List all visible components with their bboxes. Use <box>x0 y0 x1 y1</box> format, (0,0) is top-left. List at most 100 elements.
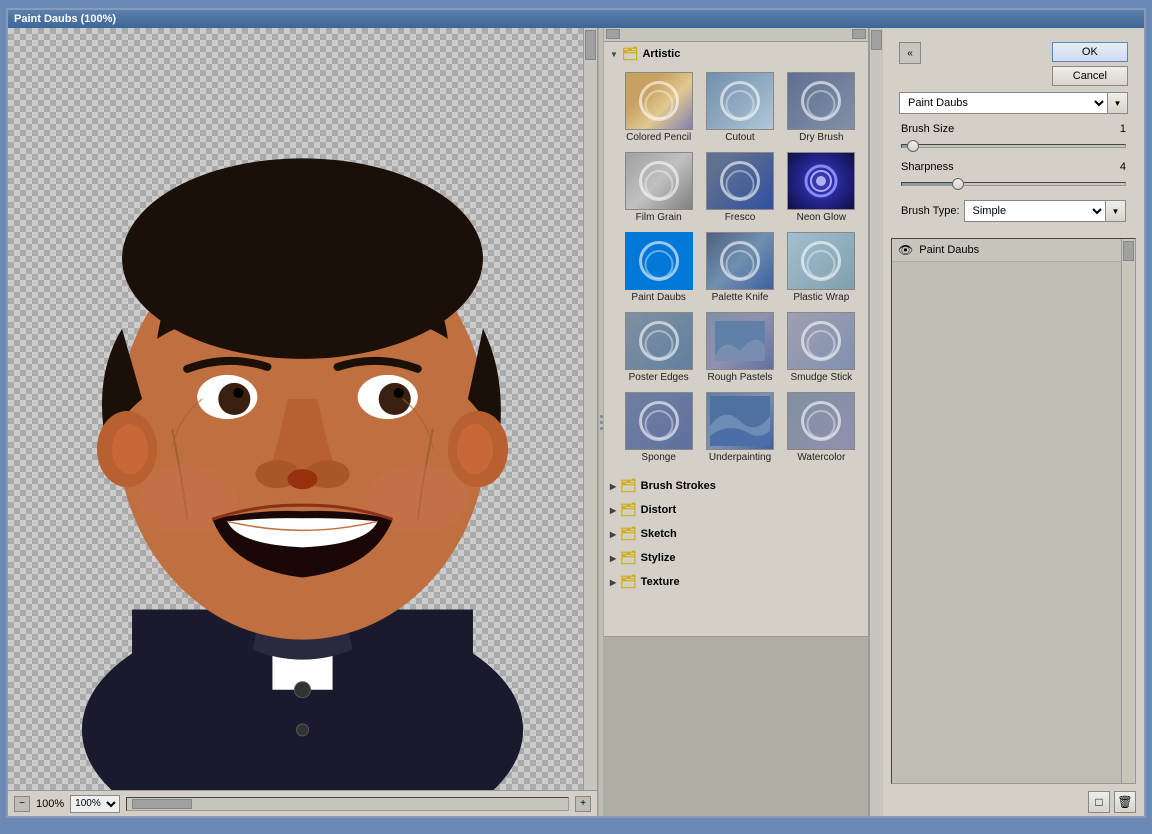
layers-panel: 👁 Paint Daubs <box>891 238 1136 784</box>
zoom-dropdown[interactable]: 100% 50% 200% <box>70 795 120 813</box>
brush-size-label: Brush Size <box>901 123 1092 135</box>
brush-size-slider-container <box>891 144 1136 152</box>
zoom-in-button[interactable]: + <box>575 796 591 812</box>
folder-icon: 🗂 <box>622 46 639 62</box>
folder-stylize-icon: 🗂 <box>620 550 637 566</box>
ok-button[interactable]: OK <box>1052 42 1128 62</box>
canvas-footer: − 100% 100% 50% 200% + <box>8 790 597 816</box>
filter-item-poster-edges[interactable]: Poster Edges <box>620 310 697 386</box>
plus-icon: + <box>580 798 586 809</box>
canvas-scroll[interactable] <box>8 28 597 790</box>
filter-name-dry-brush: Dry Brush <box>799 132 843 144</box>
filter-item-watercolor[interactable]: Watercolor <box>783 390 860 466</box>
category-stylize-label: Stylize <box>641 552 676 564</box>
filter-item-underpainting[interactable]: Underpainting <box>701 390 778 466</box>
category-brush-strokes-label: Brush Strokes <box>641 480 716 492</box>
filter-item-cutout[interactable]: Cutout <box>701 70 778 146</box>
filter-thumb-palette-knife <box>706 232 774 290</box>
filter-thumb-plastic-wrap <box>787 232 855 290</box>
brush-type-select-wrap: Simple Light Rough Dark Rough Wide Sharp… <box>964 200 1127 222</box>
folder-brush-icon: 🗂 <box>620 478 637 494</box>
category-artistic[interactable]: ▼ 🗂 Artistic <box>604 42 868 66</box>
filter-item-dry-brush[interactable]: Dry Brush <box>783 70 860 146</box>
layer-visibility-icon[interactable]: 👁 <box>898 243 913 257</box>
sharpness-row: Sharpness 4 <box>891 158 1136 176</box>
layers-scroll-thumb[interactable] <box>1123 241 1134 261</box>
chevron-right-icon-4: ▶ <box>610 554 616 563</box>
filter-name-neon-glow: Neon Glow <box>797 212 846 224</box>
canvas-inner <box>8 28 597 790</box>
sharpness-slider[interactable] <box>901 182 1126 186</box>
filter-select-arrow[interactable]: ▼ <box>1108 92 1128 114</box>
filter-name-underpainting: Underpainting <box>709 452 771 464</box>
filter-item-paint-daubs[interactable]: Paint Daubs <box>620 230 697 306</box>
filter-thumb-poster-edges <box>625 312 693 370</box>
filter-item-fresco[interactable]: Fresco <box>701 150 778 226</box>
filter-name-poster-edges: Poster Edges <box>629 372 689 384</box>
brush-size-slider-thumb[interactable] <box>907 140 919 152</box>
filter-name-watercolor: Watercolor <box>797 452 845 464</box>
window-title: Paint Daubs (100%) <box>14 13 116 25</box>
cancel-button[interactable]: Cancel <box>1052 66 1128 86</box>
category-sketch[interactable]: ▶ 🗂 Sketch <box>604 522 868 546</box>
filter-scroll[interactable]: ▼ 🗂 Artistic Colored Pencil <box>604 42 868 636</box>
scrollbar-thumb[interactable] <box>132 799 192 809</box>
controls-top: « OK Cancel Paint Daubs ▼ Brush S <box>883 28 1144 234</box>
filter-item-film-grain[interactable]: Film Grain <box>620 150 697 226</box>
filter-grid-artistic: Colored Pencil Cutout Dry Brush <box>604 66 868 474</box>
title-bar: Paint Daubs (100%) <box>8 10 1144 28</box>
chevron-right-icon: ▶ <box>610 482 616 491</box>
filter-thumb-colored-pencil <box>625 72 693 130</box>
category-stylize[interactable]: ▶ 🗂 Stylize <box>604 546 868 570</box>
filter-item-colored-pencil[interactable]: Colored Pencil <box>620 70 697 146</box>
delete-layer-button[interactable]: 🗑 <box>1114 791 1136 813</box>
filter-preview-area <box>604 636 868 816</box>
chevron-right-icon-2: ▶ <box>610 506 616 515</box>
zoom-value: 100% <box>36 798 64 810</box>
filter-name-rough-pastels: Rough Pastels <box>707 372 772 384</box>
filter-name-paint-daubs: Paint Daubs <box>631 292 685 304</box>
category-distort[interactable]: ▶ 🗂 Distort <box>604 498 868 522</box>
filter-name-fresco: Fresco <box>725 212 756 224</box>
brush-type-row: Brush Type: Simple Light Rough Dark Roug… <box>891 196 1136 226</box>
filter-thumb-paint-daubs <box>625 232 693 290</box>
brush-type-label: Brush Type: <box>901 205 960 217</box>
add-layer-button[interactable]: □ <box>1088 791 1110 813</box>
filter-thumb-sponge <box>625 392 693 450</box>
layer-item-paint-daubs[interactable]: 👁 Paint Daubs <box>892 239 1135 262</box>
category-texture[interactable]: ▶ 🗂 Texture <box>604 570 868 594</box>
filter-item-neon-glow[interactable]: Neon Glow <box>783 150 860 226</box>
horizontal-scrollbar[interactable] <box>126 797 569 811</box>
folder-texture-icon: 🗂 <box>620 574 637 590</box>
minus-icon: − <box>19 798 25 809</box>
sharpness-slider-container <box>891 182 1136 190</box>
category-brush-strokes[interactable]: ▶ 🗂 Brush Strokes <box>604 474 868 498</box>
filter-select-dropdown[interactable]: Paint Daubs <box>899 92 1108 114</box>
filter-item-plastic-wrap[interactable]: Plastic Wrap <box>783 230 860 306</box>
category-texture-label: Texture <box>641 576 680 588</box>
zoom-out-button[interactable]: − <box>14 796 30 812</box>
collapse-panel-button[interactable]: « <box>899 42 921 64</box>
filter-thumb-underpainting <box>706 392 774 450</box>
chevron-right-icon-3: ▶ <box>610 530 616 539</box>
layers-footer: □ 🗑 <box>883 788 1144 816</box>
filter-item-smudge-stick[interactable]: Smudge Stick <box>783 310 860 386</box>
filter-thumb-cutout <box>706 72 774 130</box>
brush-type-select[interactable]: Simple Light Rough Dark Rough Wide Sharp… <box>964 200 1107 222</box>
sharpness-slider-thumb[interactable] <box>952 178 964 190</box>
category-sketch-label: Sketch <box>641 528 677 540</box>
filter-thumb-rough-pastels <box>706 312 774 370</box>
category-artistic-label: Artistic <box>642 48 680 60</box>
filter-name-film-grain: Film Grain <box>636 212 682 224</box>
folder-distort-icon: 🗂 <box>620 502 637 518</box>
brush-type-arrow[interactable]: ▼ <box>1106 200 1126 222</box>
filter-scrollbar[interactable] <box>869 28 883 816</box>
add-layer-icon: □ <box>1095 795 1102 809</box>
filter-name-sponge: Sponge <box>641 452 675 464</box>
filter-select-row: Paint Daubs ▼ <box>891 92 1136 114</box>
filter-item-rough-pastels[interactable]: Rough Pastels <box>701 310 778 386</box>
filter-item-sponge[interactable]: Sponge <box>620 390 697 466</box>
brush-size-slider[interactable] <box>901 144 1126 148</box>
filter-item-palette-knife[interactable]: Palette Knife <box>701 230 778 306</box>
layers-scrollbar[interactable] <box>1121 239 1135 783</box>
